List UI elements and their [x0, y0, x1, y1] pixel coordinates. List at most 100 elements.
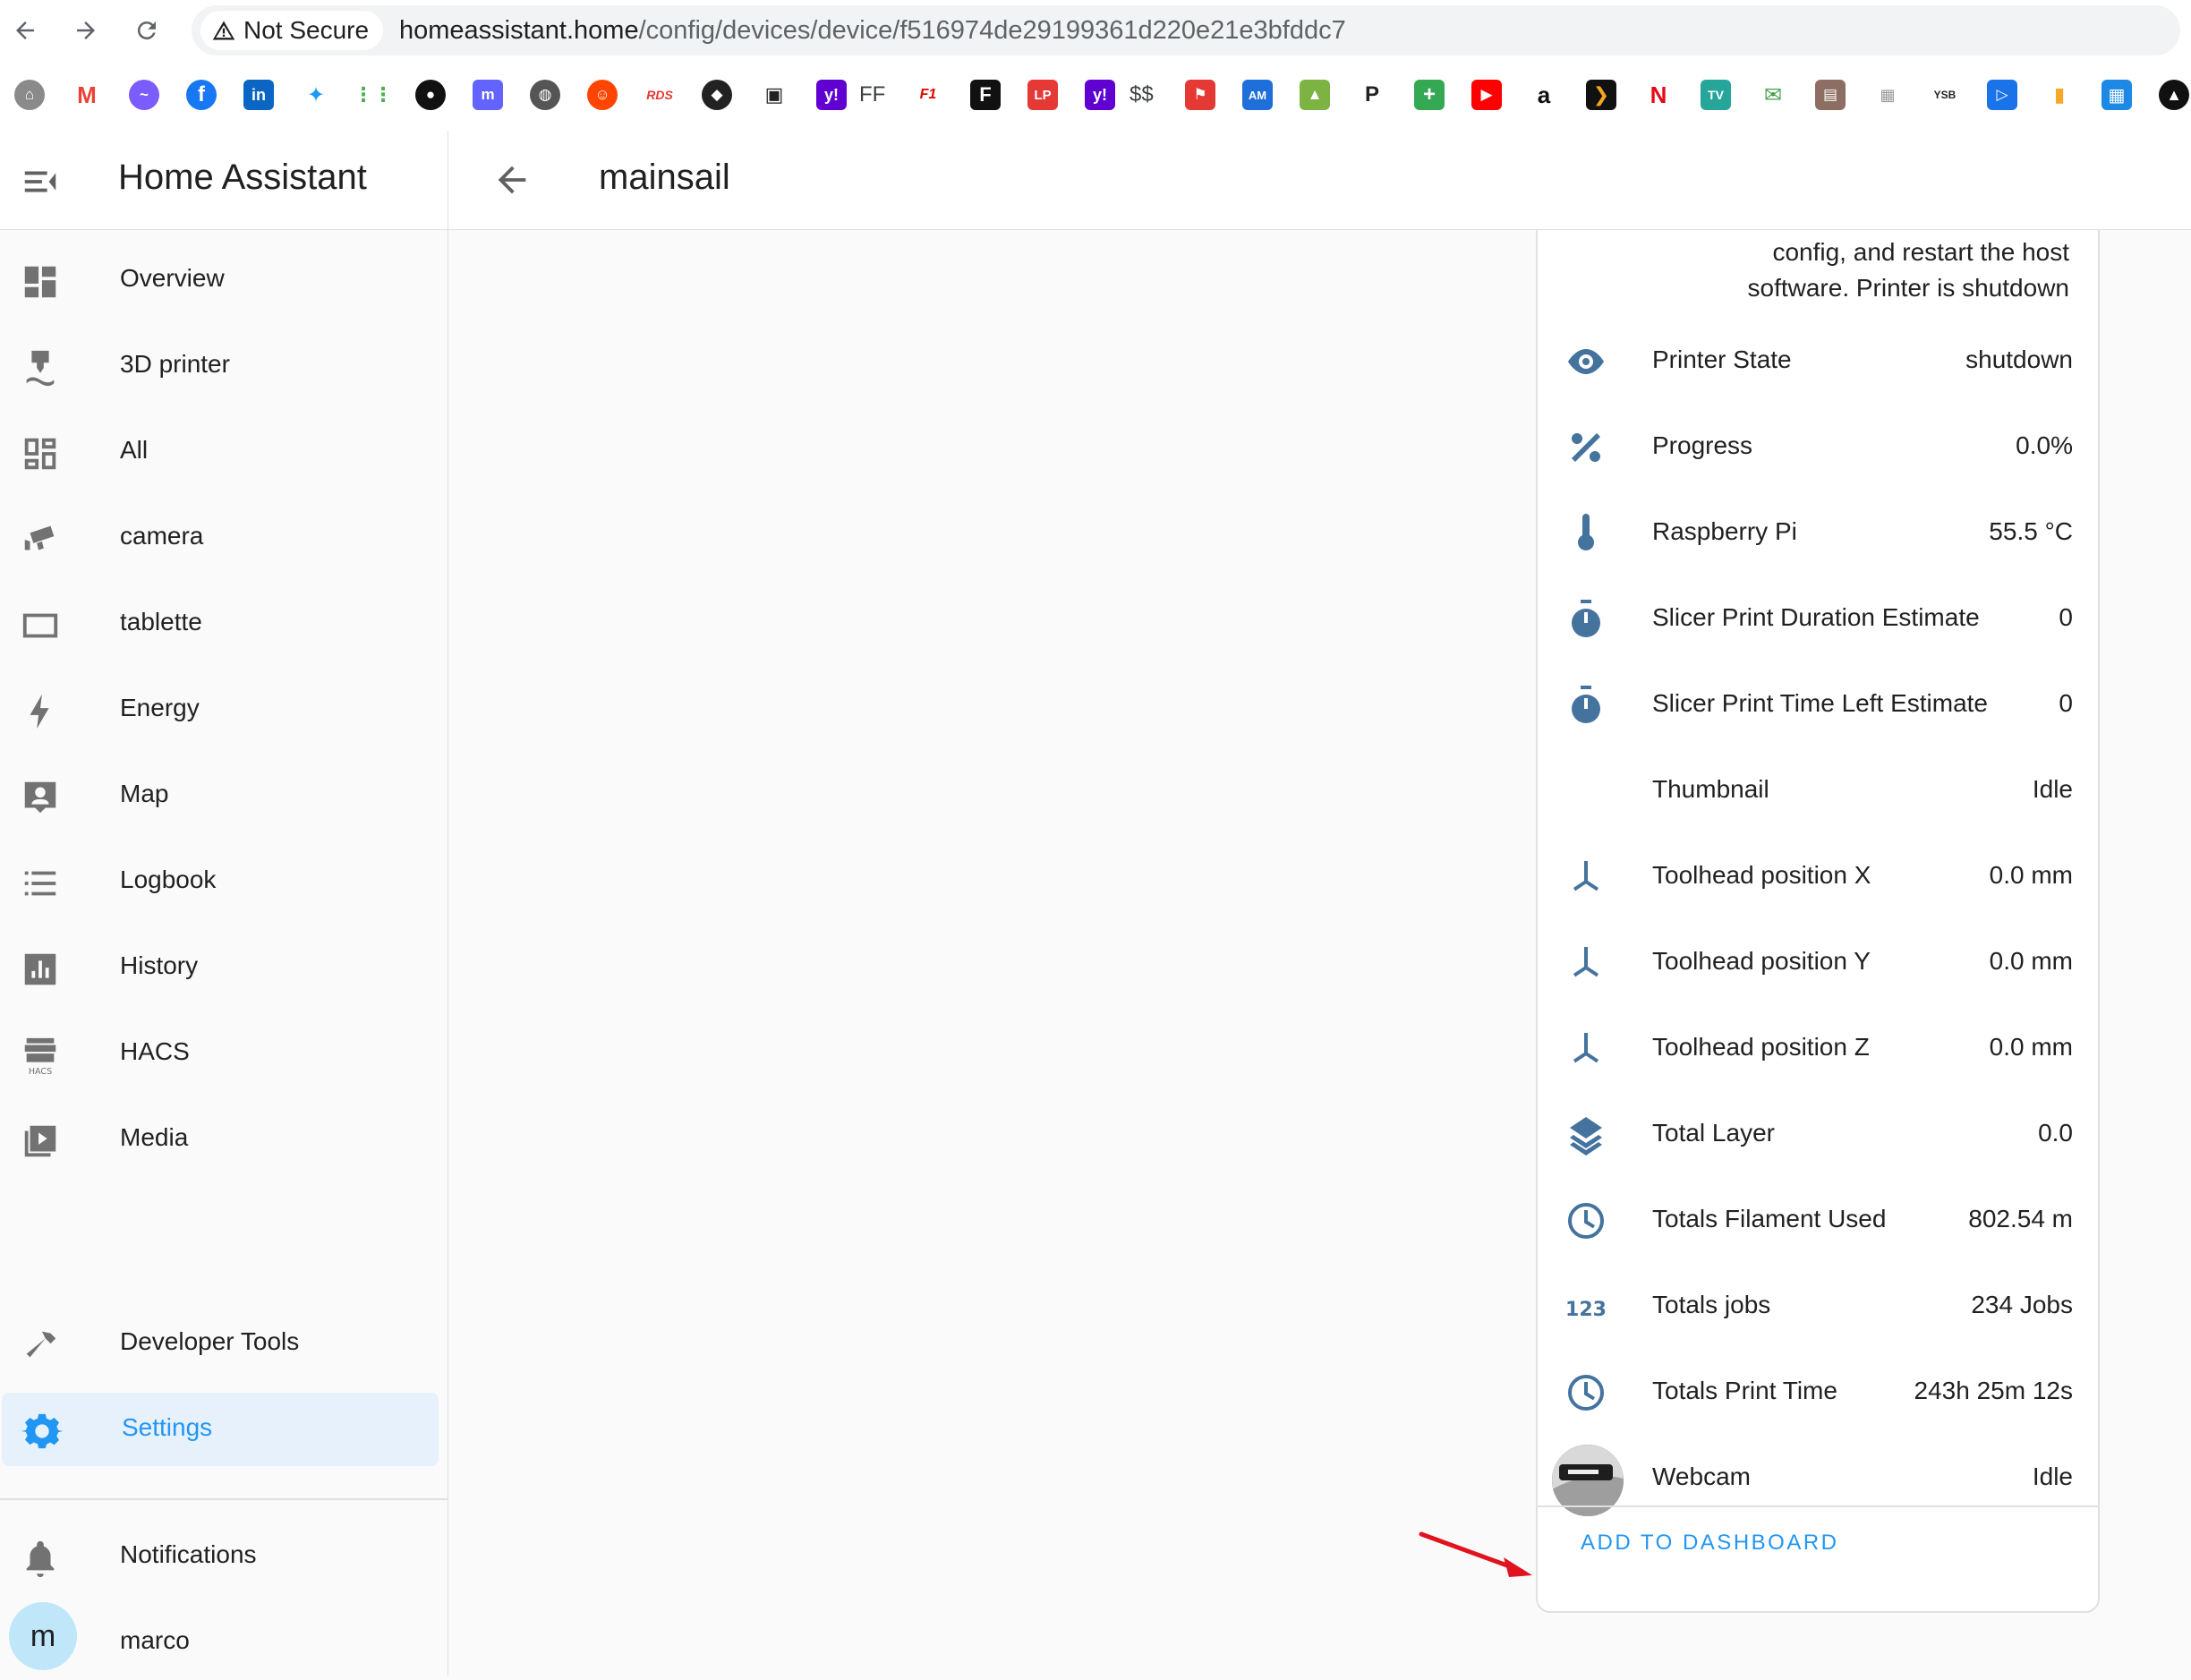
entity-row-filament-used[interactable]: Totals Filament Used 802.54 m: [1538, 1178, 2098, 1264]
bookmark-tv-icon[interactable]: TV: [1701, 80, 1731, 110]
entity-row-thumbnail[interactable]: Thumbnail Idle: [1538, 748, 2098, 834]
entity-row-printer-state[interactable]: Printer State shutdown: [1538, 319, 2098, 405]
sidebar-item-overview[interactable]: Overview: [0, 243, 437, 317]
entity-row-slicer-time-left[interactable]: Slicer Print Time Left Estimate 0: [1538, 662, 2098, 748]
sidebar-item-developer-tools[interactable]: Developer Tools: [0, 1307, 437, 1380]
tablet-icon: [22, 613, 58, 638]
bookmark-p-icon[interactable]: P: [1357, 80, 1387, 110]
bookmark-nhl-icon[interactable]: ◆: [702, 80, 732, 110]
cog-icon: [21, 1413, 63, 1449]
entity-state: 0: [2059, 689, 2073, 717]
sidebar-item-history[interactable]: History: [0, 931, 437, 1004]
bookmark-messenger-icon[interactable]: ~: [129, 80, 159, 110]
bookmark-play-icon[interactable]: ▷: [1987, 80, 2017, 110]
bookmark-gray-icon[interactable]: ▦: [1872, 80, 1903, 110]
sidebar-item-3d-printer[interactable]: 3D printer: [0, 329, 437, 403]
entity-row-raspberry-pi[interactable]: Raspberry Pi 55.5 °C: [1538, 490, 2098, 576]
bookmark-netflix-icon[interactable]: N: [1643, 80, 1674, 110]
bookmark-reddit-icon[interactable]: ☺: [587, 80, 618, 110]
entity-state: 0.0 mm: [1989, 861, 2073, 889]
bookmark-calendar-icon[interactable]: ▦: [2101, 80, 2132, 110]
address-bar[interactable]: Not Secure homeassistant.home/config/dev…: [192, 5, 2180, 55]
bookmark-yahoo-finance-icon[interactable]: y!: [1085, 80, 1115, 110]
bookmark-twitter-icon[interactable]: ✦: [301, 80, 331, 110]
menu-collapse-icon[interactable]: [20, 161, 61, 202]
bookmark-homeassistant-icon[interactable]: ⌂: [14, 80, 45, 110]
bookmark-mastodon-icon[interactable]: m: [473, 80, 503, 110]
bookmark-rds-icon[interactable]: RDS: [644, 80, 675, 110]
security-label: Not Secure: [243, 16, 370, 44]
entity-row-toolhead-y[interactable]: Toolhead position Y 0.0 mm: [1538, 920, 2098, 1006]
sensors-card: config, and restart the host software. P…: [1536, 230, 2100, 1613]
bookmark-sheets-icon[interactable]: +: [1414, 80, 1445, 110]
entity-row-total-layer[interactable]: Total Layer 0.0: [1538, 1092, 2098, 1178]
bookmark-amazon-icon[interactable]: a: [1529, 80, 1559, 110]
sidebar-item-label: Map: [120, 780, 169, 807]
bookmark-facebook-icon[interactable]: f: [186, 80, 217, 110]
bookmark-linkedin-icon[interactable]: in: [243, 80, 274, 110]
entity-row-toolhead-z[interactable]: Toolhead position Z 0.0 mm: [1538, 1006, 2098, 1092]
bookmark-flipboard-icon[interactable]: F: [970, 80, 1001, 110]
sidebar-item-camera[interactable]: camera: [0, 501, 437, 575]
lightning-bolt-icon: [30, 694, 49, 729]
bookmark-lp-icon[interactable]: LP: [1027, 80, 1058, 110]
sidebar-item-media[interactable]: Media: [0, 1103, 437, 1176]
entity-name: Raspberry Pi: [1652, 517, 1797, 545]
bookmark-youtube-icon[interactable]: ▶: [1471, 80, 1502, 110]
bookmark-analytics-icon[interactable]: ▮: [2044, 80, 2075, 110]
browser-reload-button[interactable]: [129, 13, 165, 48]
bookmark-flag-icon[interactable]: ⚑: [1185, 80, 1215, 110]
sidebar-item-map[interactable]: Map: [0, 759, 437, 832]
bookmark-plex-icon[interactable]: ❯: [1586, 80, 1616, 110]
browser-forward-button[interactable]: [68, 13, 104, 48]
back-button[interactable]: [491, 159, 533, 200]
browser-back-button[interactable]: [7, 13, 43, 48]
bookmark-mountain-icon[interactable]: ▲: [1300, 80, 1330, 110]
sidebar-item-logbook[interactable]: Logbook: [0, 845, 437, 918]
percent-icon: [1572, 433, 1600, 462]
bookmark-ff-label[interactable]: FF: [859, 82, 885, 107]
timer-icon: [1572, 600, 1600, 637]
sidebar-item-settings[interactable]: Settings: [2, 1393, 439, 1466]
bookmark-more-icon[interactable]: ▲: [2159, 80, 2189, 110]
sidebar-item-notifications[interactable]: Notifications: [0, 1520, 437, 1593]
bookmark-frame-icon[interactable]: ▣: [759, 80, 789, 110]
sidebar-item-tablette[interactable]: tablette: [0, 587, 437, 661]
entity-row-toolhead-x[interactable]: Toolhead position X 0.0 mm: [1538, 834, 2098, 920]
svg-text:123: 123: [1565, 1299, 1607, 1321]
sidebar-item-label: All: [120, 436, 149, 464]
bookmark-f1-icon[interactable]: F1: [913, 80, 943, 110]
axis-arrow-icon: [1573, 861, 1598, 891]
bookmark-money-label[interactable]: $$: [1130, 82, 1154, 107]
sidebar-item-label: Logbook: [120, 866, 217, 893]
bookmark-signal-icon[interactable]: ⋮⋮: [358, 80, 388, 110]
bookmark-amex-icon[interactable]: AM: [1242, 80, 1273, 110]
bookmark-ysb-icon[interactable]: YSB: [1930, 80, 1960, 110]
sidebar-item-profile[interactable]: marco: [0, 1606, 437, 1679]
bookmark-github-icon[interactable]: ●: [415, 80, 446, 110]
bookmark-printer-icon[interactable]: ▤: [1815, 80, 1846, 110]
sensors-card-viewport: config, and restart the host software. P…: [1536, 230, 2101, 1680]
clock-outline-icon: [1568, 1203, 1604, 1239]
printer-3d-nozzle-icon: [26, 350, 55, 387]
security-indicator[interactable]: Not Secure: [200, 11, 384, 50]
bookmark-globe-icon[interactable]: ◍: [530, 80, 560, 110]
sidebar-item-energy[interactable]: Energy: [0, 673, 437, 746]
sidebar-item-hacs[interactable]: HACS HACS: [0, 1017, 437, 1090]
bookmark-yahoo-ff-icon[interactable]: y!: [816, 80, 847, 110]
bookmark-gmail-icon[interactable]: M: [72, 80, 102, 110]
url-text[interactable]: homeassistant.home/config/devices/device…: [399, 16, 1346, 46]
entity-row-webcam[interactable]: Webcam Idle: [1538, 1436, 2098, 1522]
format-list-bulleted-icon: [24, 871, 56, 896]
sidebar-item-label: Developer Tools: [120, 1327, 300, 1355]
sidebar-item-all[interactable]: All: [0, 415, 437, 489]
sidebar-title: Home Assistant: [118, 158, 367, 197]
browser-chrome: Not Secure homeassistant.home/config/dev…: [0, 0, 2191, 132]
entity-row-slicer-duration[interactable]: Slicer Print Duration Estimate 0: [1538, 576, 2098, 662]
entity-row-totals-print-time[interactable]: Totals Print Time 243h 25m 12s: [1538, 1350, 2098, 1436]
entity-state: 802.54 m: [1968, 1205, 2073, 1232]
entity-row-progress[interactable]: Progress 0.0%: [1538, 405, 2098, 490]
entity-row-totals-jobs[interactable]: 123 Totals jobs 234 Jobs: [1538, 1264, 2098, 1350]
add-to-dashboard-button[interactable]: ADD TO DASHBOARD: [1581, 1531, 1839, 1556]
bookmark-mail-icon[interactable]: ✉: [1758, 80, 1788, 110]
